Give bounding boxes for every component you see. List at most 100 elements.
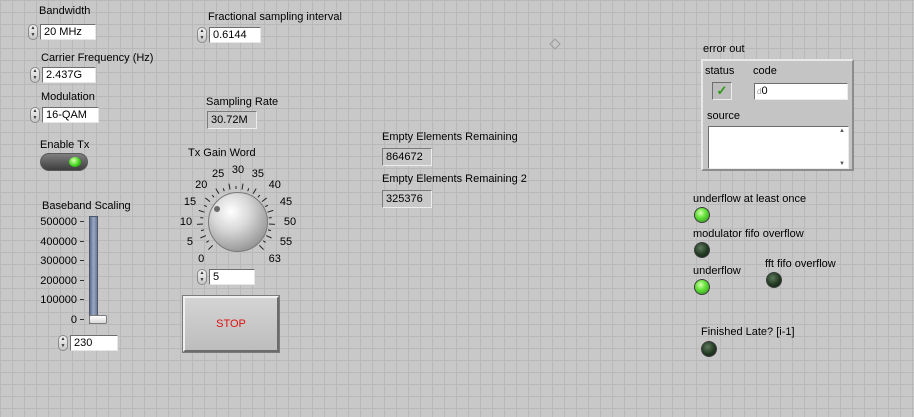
cursor-marker-icon — [549, 38, 561, 50]
error-code-label: code — [753, 65, 777, 77]
tx-gain-word-control[interactable]: ▲ ▼ 5 — [197, 269, 255, 285]
baseband-scale-label: 300000 — [40, 255, 77, 267]
baseband-slider-thumb[interactable] — [89, 314, 107, 324]
error-source-scrollbar[interactable]: ▲ ▼ — [837, 128, 847, 167]
carrier-frequency-control[interactable]: ▲ ▼ 2.437G — [30, 67, 96, 83]
fft-fifo-overflow-led — [766, 272, 782, 288]
underflow-at-least-once-led — [694, 207, 710, 223]
bandwidth-control[interactable]: ▲ ▼ 20 MHz — [28, 24, 96, 40]
dial-scale-label: 55 — [279, 235, 293, 248]
enable-tx-toggle[interactable] — [40, 153, 88, 171]
sampling-rate-indicator: 30.72M — [207, 111, 257, 129]
fractional-sampling-interval-field[interactable]: 0.6144 — [209, 27, 261, 43]
error-status-label: status — [705, 65, 735, 77]
sampling-rate-label: Sampling Rate — [206, 96, 279, 108]
decrement-arrow-icon: ▼ — [199, 35, 205, 41]
error-code-value: 0 — [761, 85, 768, 97]
error-source-label: source — [707, 110, 741, 122]
baseband-scale-label: 100000 — [40, 294, 77, 306]
tx-gain-knob[interactable] — [208, 192, 268, 252]
modulation-spinner[interactable]: ▲ ▼ — [30, 107, 40, 123]
empty-elements-remaining-label: Empty Elements Remaining — [382, 131, 518, 143]
fractional-sampling-interval-spinner[interactable]: ▲ ▼ — [197, 27, 207, 43]
decrement-arrow-icon: ▼ — [32, 115, 38, 121]
decrement-arrow-icon: ▼ — [199, 277, 205, 283]
dial-tick-mark — [252, 188, 257, 195]
increment-arrow-icon: ▲ — [199, 270, 205, 276]
error-source-field[interactable]: ▲ ▼ — [708, 126, 849, 169]
fractional-sampling-interval-label: Fractional sampling interval — [208, 11, 342, 23]
baseband-scale-label: 0 — [70, 314, 77, 326]
dial-tick-mark — [203, 204, 208, 208]
finished-late-label: Finished Late? [i-1] — [701, 326, 795, 338]
empty-elements-remaining-2-label: Empty Elements Remaining 2 — [382, 173, 527, 185]
carrier-frequency-field[interactable]: 2.437G — [42, 67, 96, 83]
dial-tick-mark — [247, 188, 250, 192]
baseband-scale-ticks — [80, 221, 84, 321]
error-out-cluster: status ✓ code d0 source ▲ ▼ — [701, 59, 854, 171]
knob-pointer-dot — [214, 206, 220, 212]
decrement-arrow-icon: ▼ — [32, 75, 38, 81]
dial-scale-label: 50 — [283, 216, 297, 228]
baseband-scaling-field[interactable]: 230 — [70, 335, 118, 351]
dial-tick-mark — [215, 188, 220, 195]
underflow-led — [694, 279, 710, 295]
decrement-arrow-icon: ▼ — [60, 343, 66, 349]
baseband-scaling-control[interactable]: ▲ ▼ 230 — [58, 335, 118, 351]
modulation-control[interactable]: ▲ ▼ 16-QAM — [30, 107, 99, 123]
decrement-arrow-icon: ▼ — [30, 32, 36, 38]
dial-scale-label: 45 — [279, 196, 293, 209]
check-icon: ✓ — [716, 83, 728, 98]
error-code-field[interactable]: d0 — [754, 83, 848, 100]
dial-tick-mark — [200, 235, 207, 239]
dial-tick-mark — [206, 240, 210, 243]
stop-button[interactable]: STOP — [183, 296, 279, 352]
bandwidth-field[interactable]: 20 MHz — [40, 24, 96, 40]
finished-late-led — [701, 341, 717, 357]
tx-gain-word-field[interactable]: 5 — [209, 269, 255, 285]
baseband-slider-track[interactable] — [89, 216, 98, 324]
underflow-at-least-once-label: underflow at least once — [693, 193, 807, 205]
dial-tick-mark — [264, 204, 269, 208]
scroll-up-icon[interactable]: ▲ — [839, 128, 845, 134]
bandwidth-spinner[interactable]: ▲ ▼ — [28, 24, 38, 40]
tx-gain-word-spinner[interactable]: ▲ ▼ — [197, 269, 207, 285]
baseband-scaling-label: Baseband Scaling — [42, 200, 131, 212]
carrier-frequency-label: Carrier Frequency (Hz) — [41, 52, 154, 64]
baseband-scale-label: 200000 — [40, 275, 77, 287]
increment-arrow-icon: ▲ — [32, 68, 38, 74]
error-status-indicator: ✓ — [712, 82, 732, 100]
baseband-scale-label: 400000 — [40, 236, 77, 248]
dial-tick-mark — [200, 229, 205, 232]
dial-tick-mark — [257, 194, 261, 198]
error-out-label: error out — [703, 43, 745, 55]
underflow-label: underflow — [693, 265, 741, 277]
enable-tx-light — [69, 157, 81, 167]
tx-gain-word-label: Tx Gain Word — [188, 147, 256, 159]
dial-tick-mark — [211, 194, 215, 198]
dial-tick-mark — [241, 183, 244, 190]
modulation-field[interactable]: 16-QAM — [42, 107, 99, 123]
increment-arrow-icon: ▲ — [199, 28, 205, 34]
dial-tick-mark — [258, 244, 264, 250]
enable-tx-label: Enable Tx — [40, 139, 90, 151]
dial-tick-mark — [262, 240, 266, 243]
baseband-scaling-spinner[interactable]: ▲ ▼ — [58, 335, 68, 351]
dial-tick-mark — [204, 197, 211, 203]
dial-tick-mark — [208, 244, 214, 250]
carrier-frequency-spinner[interactable]: ▲ ▼ — [30, 67, 40, 83]
increment-arrow-icon: ▲ — [30, 25, 36, 31]
fractional-sampling-interval-control[interactable]: ▲ ▼ 0.6144 — [197, 27, 261, 43]
scroll-down-icon[interactable]: ▼ — [839, 161, 845, 167]
increment-arrow-icon: ▲ — [60, 336, 66, 342]
bandwidth-label: Bandwidth — [39, 5, 91, 17]
dial-tick-mark — [198, 209, 205, 213]
dial-tick-mark — [228, 183, 231, 190]
dial-tick-mark — [222, 188, 225, 192]
increment-arrow-icon: ▲ — [32, 108, 38, 114]
dial-tick-mark — [267, 229, 272, 232]
empty-elements-remaining-2-indicator: 325376 — [382, 190, 432, 208]
empty-elements-remaining-indicator: 864672 — [382, 148, 432, 166]
dial-scale-label: 30 — [231, 164, 245, 176]
stop-button-label: STOP — [216, 318, 246, 330]
